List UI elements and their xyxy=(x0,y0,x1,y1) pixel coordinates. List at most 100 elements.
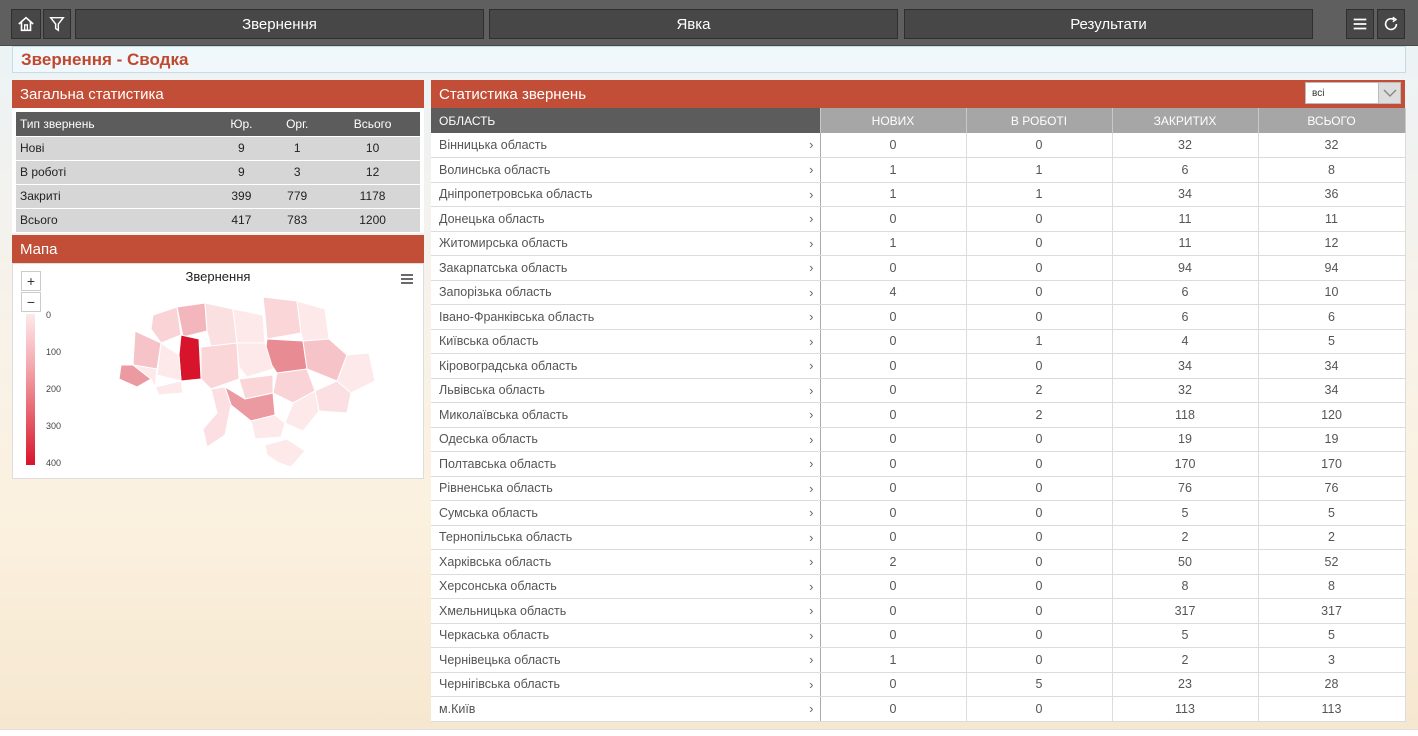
chevron-right-icon[interactable]: › xyxy=(809,603,813,618)
table-row[interactable]: Дніпропетровська область › 1 1 34 36 xyxy=(431,182,1406,207)
table-row[interactable]: Волинська область › 1 1 6 8 xyxy=(431,157,1406,183)
region-name-cell[interactable]: Житомирська область › xyxy=(431,231,821,256)
chevron-right-icon[interactable]: › xyxy=(809,137,813,152)
region-name-cell[interactable]: Львівська область › xyxy=(431,378,821,403)
chevron-right-icon[interactable]: › xyxy=(809,456,813,471)
chevron-right-icon[interactable]: › xyxy=(809,187,813,202)
region-name-cell[interactable]: Волинська область › xyxy=(431,157,821,183)
region-name-cell[interactable]: Донецька область › xyxy=(431,206,821,232)
home-button[interactable] xyxy=(11,9,41,39)
map-region-ternopil[interactable] xyxy=(156,342,182,382)
table-row[interactable]: Миколаївська область › 0 2 118 120 xyxy=(431,402,1406,428)
chevron-right-icon[interactable]: › xyxy=(809,481,813,496)
region-name-cell[interactable]: Кіровоградська область › xyxy=(431,353,821,379)
table-row[interactable]: Сумська область › 0 0 5 5 xyxy=(431,500,1406,526)
ukraine-map[interactable] xyxy=(115,295,377,470)
region-name-cell[interactable]: Харківська область › xyxy=(431,549,821,575)
chevron-right-icon[interactable]: › xyxy=(809,432,813,447)
table-row[interactable]: Кіровоградська область › 0 0 34 34 xyxy=(431,353,1406,379)
region-name-cell[interactable]: Тернопільська область › xyxy=(431,525,821,550)
table-row[interactable]: Рівненська область › 0 0 76 76 xyxy=(431,476,1406,501)
region-name-cell[interactable]: Черкаська область › xyxy=(431,623,821,648)
region-name-cell[interactable]: Київська область › xyxy=(431,329,821,354)
map-region-sumy[interactable] xyxy=(296,300,330,342)
table-row[interactable]: Запорізька область › 4 0 6 10 xyxy=(431,280,1406,305)
region-name-cell[interactable]: Полтавська область › xyxy=(431,451,821,477)
region-name-cell[interactable]: Хмельницька область › xyxy=(431,598,821,624)
table-row[interactable]: Чернівецька область › 1 0 2 3 xyxy=(431,647,1406,673)
region-name-cell[interactable]: Дніпропетровська область › xyxy=(431,182,821,207)
filter-button[interactable] xyxy=(43,9,71,39)
region-name-cell[interactable]: Рівненська область › xyxy=(431,476,821,501)
chevron-right-icon[interactable]: › xyxy=(809,383,813,398)
region-name-cell[interactable]: Вінницька область › xyxy=(431,133,821,158)
map-menu-icon[interactable] xyxy=(399,272,415,286)
col-region[interactable]: ОБЛАСТЬ xyxy=(431,108,821,133)
tab-rezultaty[interactable]: Результати xyxy=(904,9,1313,39)
region-name-cell[interactable]: Сумська область › xyxy=(431,500,821,526)
region-name-cell[interactable]: Запорізька область › xyxy=(431,280,821,305)
map-region-volyn[interactable] xyxy=(150,306,182,344)
col-in-progress[interactable]: В РОБОТІ xyxy=(966,108,1113,133)
map-region-rivne[interactable] xyxy=(176,302,208,338)
table-row[interactable]: Закарпатська область › 0 0 94 94 xyxy=(431,255,1406,281)
map-region-vinnytsia[interactable] xyxy=(200,342,240,390)
map-region-khmelnytskyi[interactable] xyxy=(178,334,202,382)
chevron-right-icon[interactable]: › xyxy=(809,554,813,569)
chevron-right-icon[interactable]: › xyxy=(809,407,813,422)
chevron-right-icon[interactable]: › xyxy=(809,701,813,716)
table-row[interactable]: Черкаська область › 0 0 5 5 xyxy=(431,623,1406,648)
map-region-chernihiv[interactable] xyxy=(262,296,302,340)
table-row[interactable]: Одеська область › 0 0 19 19 xyxy=(431,427,1406,452)
table-row[interactable]: м.Київ › 0 0 113 113 xyxy=(431,696,1406,722)
chevron-right-icon[interactable]: › xyxy=(809,211,813,226)
menu-button[interactable] xyxy=(1346,9,1374,39)
region-name-cell[interactable]: Херсонська область › xyxy=(431,574,821,599)
refresh-button[interactable] xyxy=(1377,9,1405,39)
region-name-cell[interactable]: Миколаївська область › xyxy=(431,402,821,428)
table-row[interactable]: Вінницька область › 0 0 32 32 xyxy=(431,133,1406,158)
chevron-right-icon[interactable]: › xyxy=(809,505,813,520)
chevron-right-icon[interactable]: › xyxy=(809,652,813,667)
col-total[interactable]: ВСЬОГО xyxy=(1258,108,1406,133)
chevron-right-icon[interactable]: › xyxy=(809,677,813,692)
table-row[interactable]: Київська область › 0 1 4 5 xyxy=(431,329,1406,354)
table-row[interactable]: Івано-Франківська область › 0 0 6 6 xyxy=(431,304,1406,330)
chevron-right-icon[interactable]: › xyxy=(809,260,813,275)
map-region-zhytomyr[interactable] xyxy=(204,302,238,348)
zoom-out-button[interactable]: − xyxy=(21,292,41,312)
region-name-cell[interactable]: Чернівецька область › xyxy=(431,647,821,673)
chevron-right-icon[interactable]: › xyxy=(809,236,813,251)
region-name-cell[interactable]: Івано-Франківська область › xyxy=(431,304,821,330)
map-region-odesa[interactable] xyxy=(202,386,232,448)
region-name-cell[interactable]: м.Київ › xyxy=(431,696,821,722)
tab-zvernennia[interactable]: Звернення xyxy=(75,9,484,39)
map-region-chernivtsi[interactable] xyxy=(154,380,184,396)
table-row[interactable]: Херсонська область › 0 0 8 8 xyxy=(431,574,1406,599)
chevron-right-icon[interactable]: › xyxy=(809,162,813,177)
region-name-cell[interactable]: Закарпатська область › xyxy=(431,255,821,281)
region-name-cell[interactable]: Чернігівська область › xyxy=(431,672,821,697)
chevron-right-icon[interactable]: › xyxy=(809,309,813,324)
chevron-right-icon[interactable]: › xyxy=(809,579,813,594)
chevron-right-icon[interactable]: › xyxy=(809,334,813,349)
tab-yavka[interactable]: Явка xyxy=(489,9,898,39)
col-closed[interactable]: ЗАКРИТИХ xyxy=(1112,108,1259,133)
region-name-cell[interactable]: Одеська область › xyxy=(431,427,821,452)
chevron-right-icon[interactable]: › xyxy=(809,530,813,545)
col-new[interactable]: НОВИХ xyxy=(820,108,967,133)
table-row[interactable]: Донецька область › 0 0 11 11 xyxy=(431,206,1406,232)
map-region-crimea[interactable] xyxy=(264,438,306,468)
table-row[interactable]: Тернопільська область › 0 0 2 2 xyxy=(431,525,1406,550)
chevron-right-icon[interactable]: › xyxy=(809,628,813,643)
table-row[interactable]: Хмельницька область › 0 0 317 317 xyxy=(431,598,1406,624)
chevron-right-icon[interactable]: › xyxy=(809,285,813,300)
table-row[interactable]: Чернігівська область › 0 5 23 28 xyxy=(431,672,1406,697)
stats-filter-select[interactable]: всі xyxy=(1305,82,1401,104)
zoom-in-button[interactable]: + xyxy=(21,271,41,291)
table-row[interactable]: Житомирська область › 1 0 11 12 xyxy=(431,231,1406,256)
table-row[interactable]: Львівська область › 0 2 32 34 xyxy=(431,378,1406,403)
chevron-right-icon[interactable]: › xyxy=(809,358,813,373)
table-row[interactable]: Харківська область › 2 0 50 52 xyxy=(431,549,1406,575)
table-row[interactable]: Полтавська область › 0 0 170 170 xyxy=(431,451,1406,477)
